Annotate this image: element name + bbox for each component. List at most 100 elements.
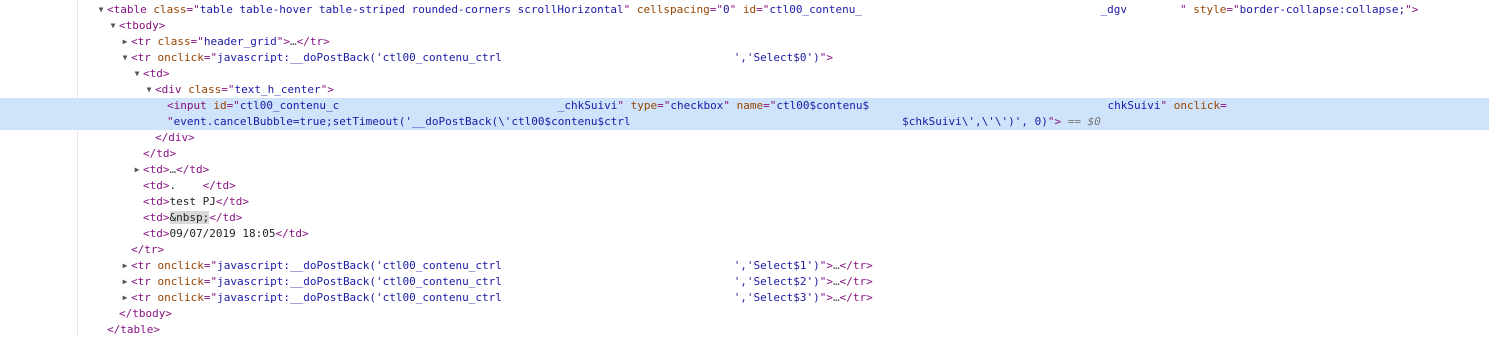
dom-node-row[interactable]: ▶ <tr onclick="javascript:__doPostBack('c… xyxy=(0,290,1489,306)
expand-triangle-icon[interactable]: ▼ xyxy=(120,50,130,66)
tag-token: =" xyxy=(186,3,200,16)
tag-token: "> xyxy=(819,51,834,64)
dom-node-row[interactable]: </td> xyxy=(0,146,1489,162)
collapsed-ellipsis: … xyxy=(833,275,840,288)
node-markup: <tr onclick="javascript:__doPostBack('ct… xyxy=(131,258,873,274)
expand-triangle-icon[interactable]: ▼ xyxy=(108,18,118,34)
node-markup: <td>&nbsp;</td> xyxy=(143,210,242,226)
dom-node-row[interactable]: ▼ <table class="table table-hover table-s… xyxy=(0,2,1489,18)
collapse-triangle-icon[interactable]: ▶ xyxy=(120,258,130,274)
attribute-name: id xyxy=(742,3,757,16)
tag-token: " xyxy=(167,115,174,128)
attribute-value: ctl00$contenu$ xyxy=(776,99,870,112)
dom-node-row[interactable]: <td>. </td> xyxy=(0,178,1489,194)
dom-node-row[interactable]: </div> xyxy=(0,130,1489,146)
tag-token: "> xyxy=(819,275,834,288)
attribute-value: javascript:__doPostBack('ctl00_contenu_c… xyxy=(217,51,502,64)
tag-token: =" xyxy=(203,51,218,64)
tag-token: "> xyxy=(819,291,834,304)
dom-node-row[interactable]: <td>09/07/2019 18:05</td> xyxy=(0,226,1489,242)
text-node: test PJ xyxy=(169,195,216,208)
collapse-triangle-icon[interactable]: ▶ xyxy=(120,290,130,306)
expand-triangle-icon[interactable]: ▼ xyxy=(144,82,154,98)
collapse-triangle-icon[interactable]: ▶ xyxy=(120,274,130,290)
attribute-value: event.cancelBubble=true;setTimeout('__do… xyxy=(173,115,631,128)
attribute-name: type xyxy=(630,99,658,112)
tag-token: " xyxy=(723,99,730,112)
dom-node-row[interactable]: ▶ <td>…</td> xyxy=(0,162,1489,178)
tag-token: <td> xyxy=(143,179,170,192)
attribute-value: chkSuivi xyxy=(1107,99,1161,112)
tag-token: "> xyxy=(819,259,834,272)
text-node: 09/07/2019 18:05 xyxy=(169,227,276,240)
tag-token: <tr xyxy=(131,35,151,48)
redacted-region xyxy=(862,3,1100,16)
attribute-value: ','Select$1') xyxy=(733,259,820,272)
dom-node-row[interactable]: <td>&nbsp;</td> xyxy=(0,210,1489,226)
tag-token: <input xyxy=(167,99,207,112)
attribute-value: javascript:__doPostBack('ctl00_contenu_c… xyxy=(217,291,502,304)
collapse-triangle-icon[interactable]: ▶ xyxy=(132,162,142,178)
dom-node-row[interactable]: ▼ <td> xyxy=(0,66,1489,82)
expand-triangle-icon[interactable]: ▼ xyxy=(132,66,142,82)
collapsed-ellipsis: … xyxy=(833,291,840,304)
attribute-value: checkbox xyxy=(670,99,724,112)
attribute-name: class xyxy=(157,35,191,48)
attribute-name: onclick xyxy=(157,259,204,272)
tag-token: <tr xyxy=(131,275,151,288)
tag-token: = xyxy=(1220,99,1227,112)
dom-node-row-selected[interactable]: <input id="ctl00_contenu_c _chkSuivi" ty… xyxy=(0,98,1489,114)
tag-token: </div> xyxy=(155,131,195,144)
attribute-name: onclick xyxy=(157,291,204,304)
attribute-name: cellspacing xyxy=(636,3,710,16)
node-markup: <tr onclick="javascript:__doPostBack('ct… xyxy=(131,290,873,306)
tag-token: " xyxy=(1179,3,1187,16)
redacted-region xyxy=(631,115,903,128)
dom-node-row[interactable]: <td>test PJ</td> xyxy=(0,194,1489,210)
collapse-triangle-icon[interactable]: ▶ xyxy=(120,34,130,50)
dom-node-row-selected[interactable]: "event.cancelBubble=true;setTimeout('__d… xyxy=(0,114,1489,130)
dom-node-row[interactable]: ▼ <div class="text_h_center"> xyxy=(0,82,1489,98)
dom-node-row[interactable]: ▶ <tr onclick="javascript:__doPostBack('c… xyxy=(0,274,1489,290)
dom-tree-panel: ▼ <table class="table table-hover table-s… xyxy=(0,0,1489,336)
tag-token: <tr xyxy=(131,51,151,64)
attribute-value: ','Select$2') xyxy=(733,275,820,288)
attribute-value: _chkSuivi xyxy=(557,99,618,112)
node-markup: </div> xyxy=(155,130,195,146)
tag-token: <td> xyxy=(143,195,170,208)
attribute-value: border-collapse:collapse; xyxy=(1239,3,1406,16)
attribute-name: onclick xyxy=(157,275,204,288)
tag-token: =" xyxy=(709,3,723,16)
tag-token: "> xyxy=(1047,115,1062,128)
tag-token: </tbody> xyxy=(119,307,172,320)
dom-node-row[interactable]: ▼ <tr onclick="javascript:__doPostBack('c… xyxy=(0,50,1489,66)
tag-token: </td> xyxy=(275,227,309,240)
redacted-region xyxy=(502,291,734,304)
node-markup: <td>. </td> xyxy=(143,178,236,194)
attribute-name: id xyxy=(213,99,227,112)
dom-node-row[interactable]: </tbody> xyxy=(0,306,1489,322)
expand-triangle-icon[interactable]: ▼ xyxy=(96,2,106,18)
tag-token: =" xyxy=(221,83,235,96)
node-markup: </td> xyxy=(143,146,176,162)
tag-token: <td> xyxy=(143,67,170,80)
node-markup: "event.cancelBubble=true;setTimeout('__d… xyxy=(167,114,1101,130)
node-markup: </tbody> xyxy=(119,306,172,322)
attribute-value: text_h_center xyxy=(234,83,321,96)
dom-node-row[interactable]: ▶ <tr onclick="javascript:__doPostBack('c… xyxy=(0,258,1489,274)
node-markup: <table class="table table-hover table-st… xyxy=(107,2,1418,18)
tag-token: =" xyxy=(203,275,218,288)
dom-node-row[interactable]: ▼ <tbody> xyxy=(0,18,1489,34)
redacted-region xyxy=(176,179,203,192)
dom-node-row[interactable]: ▶ <tr class="header_grid">…</tr> xyxy=(0,34,1489,50)
dom-node-row[interactable]: </tr> xyxy=(0,242,1489,258)
attribute-value: ctl00_contenu_c xyxy=(239,99,340,112)
redacted-region xyxy=(1127,3,1180,16)
redacted-region xyxy=(869,99,1107,112)
